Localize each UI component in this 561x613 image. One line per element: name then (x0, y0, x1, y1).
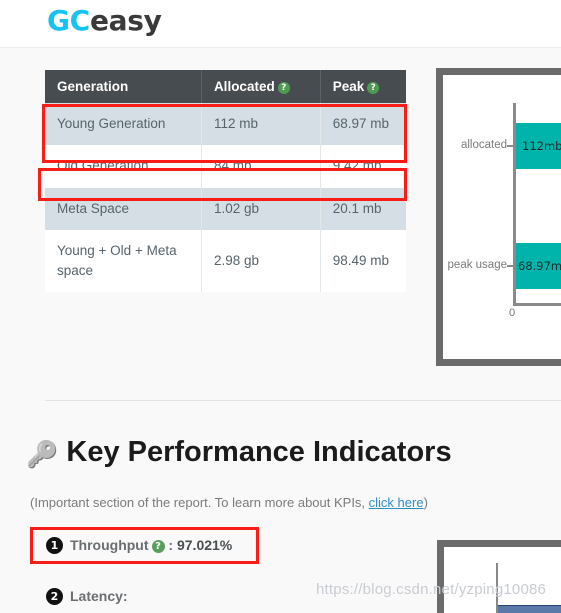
logo-text-primary: GC (47, 4, 90, 37)
cell-generation: Meta Space (45, 187, 202, 230)
kpi-heading-label: Key Performance Indicators (66, 436, 452, 468)
latency-chart-panel (437, 540, 561, 613)
memory-bar-chart-panel: 0 allocated 112mb peak usage 68.97mb (436, 68, 561, 366)
chart-tick-peak-usage (507, 265, 513, 267)
kpi-latency-row: 2 Latency: (46, 588, 128, 605)
cell-peak: 9.42 mb (320, 145, 406, 188)
cell-allocated: 84 mb (201, 145, 321, 188)
cell-allocated: 1.02 gb (201, 187, 321, 230)
column-header-allocated: Allocated? (201, 70, 321, 103)
memory-bar-chart: 0 allocated 112mb peak usage 68.97mb (443, 75, 561, 359)
chart-bar-label-allocated: 112mb (522, 139, 561, 153)
kpi-throughput-label: Throughput (70, 537, 149, 553)
kpi-number-badge-2: 2 (46, 588, 63, 605)
table-header-row: Generation Allocated? Peak? (45, 70, 406, 103)
peak-help-icon[interactable]: ? (367, 82, 380, 94)
page-title: 🔑 Key Performance Indicators (26, 436, 452, 470)
kpi-note-prefix: (Important section of the report. To lea… (30, 495, 369, 510)
kpi-latency-label: Latency: (70, 588, 128, 604)
kpi-learn-more-link[interactable]: click here (369, 495, 424, 510)
latency-chart-area-series (498, 605, 561, 613)
key-icon: 🔑 (26, 439, 59, 469)
chart-x-axis (513, 303, 561, 306)
cell-generation: Young Generation (45, 103, 202, 146)
column-header-peak-label: Peak (332, 79, 365, 94)
gceasy-report-page: GCeasy Generation Allocated? Peak? Young… (0, 0, 561, 613)
column-header-peak: Peak? (320, 70, 406, 103)
table-row: Young + Old + Meta space 2.98 gb 98.49 m… (45, 229, 406, 293)
kpi-throughput-value: 97.021% (176, 537, 233, 553)
cell-peak: 20.1 mb (320, 187, 406, 230)
cell-generation: Young + Old + Meta space (45, 229, 202, 293)
column-header-allocated-label: Allocated (213, 79, 275, 94)
kpi-throughput-row: 1 Throughput? : 97.021% (46, 537, 232, 554)
app-header: GCeasy (0, 0, 561, 47)
kpi-description: (Important section of the report. To lea… (30, 495, 428, 510)
table-row: Meta Space 1.02 gb 20.1 mb (45, 187, 406, 230)
chart-bar-allocated[interactable]: 112mb (516, 123, 561, 169)
table-row: Old Generation 84 mb 9.42 mb (45, 145, 406, 188)
throughput-help-icon[interactable]: ? (151, 540, 165, 553)
cell-peak: 68.97 mb (320, 103, 406, 146)
kpi-throughput-separator: : (164, 537, 177, 553)
chart-x-tick-zero: 0 (509, 307, 516, 319)
cell-generation: Old Generation (45, 145, 202, 188)
chart-category-label-peak-usage: peak usage (447, 259, 507, 271)
memory-breakdown-table: Generation Allocated? Peak? Young Genera… (45, 70, 406, 293)
cell-allocated: 112 mb (201, 103, 321, 146)
table-body: Young Generation 112 mb 68.97 mb Old Gen… (45, 103, 406, 293)
kpi-number-badge-1: 1 (46, 537, 63, 554)
kpi-note-suffix: ) (423, 495, 428, 510)
logo-text-secondary: easy (89, 4, 162, 37)
cell-allocated: 2.98 gb (201, 229, 321, 293)
gceasy-logo[interactable]: GCeasy (47, 4, 162, 37)
chart-tick-allocated (507, 145, 513, 147)
allocated-help-icon[interactable]: ? (277, 82, 290, 94)
column-header-generation-label: Generation (57, 79, 129, 94)
chart-category-label-allocated: allocated (460, 139, 507, 151)
table-row: Young Generation 112 mb 68.97 mb (45, 103, 406, 146)
column-header-generation: Generation (45, 70, 202, 103)
header-divider (0, 47, 561, 48)
section-divider (45, 400, 561, 401)
chart-bar-peak-usage[interactable]: 68.97mb (516, 243, 561, 289)
chart-bar-label-peak-usage: 68.97mb (518, 259, 561, 273)
cell-peak: 98.49 mb (320, 229, 406, 293)
